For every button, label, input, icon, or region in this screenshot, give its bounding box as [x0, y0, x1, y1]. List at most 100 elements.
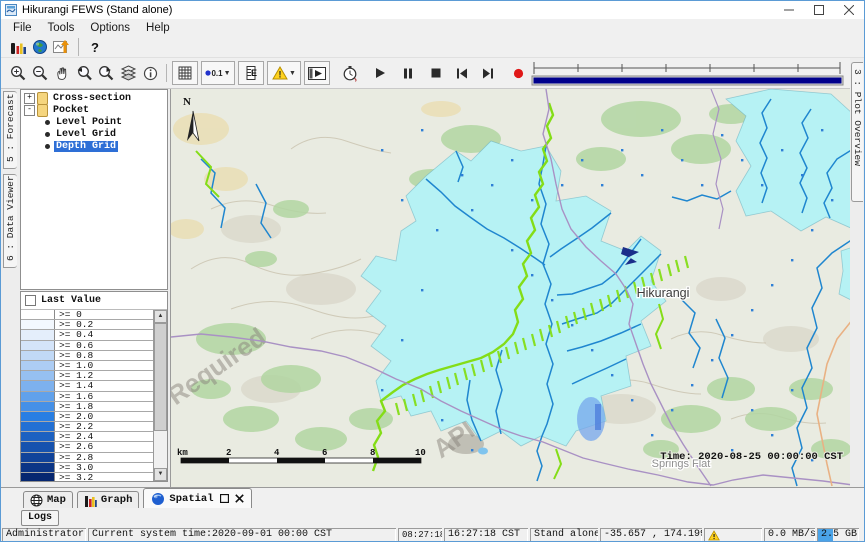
tab-plot-overview[interactable]: 3 : Plot Overview [851, 62, 863, 202]
legend-row-label: >= 2.4 [55, 432, 93, 441]
grid-button[interactable] [172, 61, 198, 85]
zoom-out-icon[interactable] [29, 62, 51, 84]
map-globe-icon[interactable] [29, 36, 51, 58]
zoom-next-icon[interactable] [95, 62, 117, 84]
small-lake [478, 448, 488, 455]
map-canvas[interactable]: API Key Required API Key Required [171, 89, 853, 487]
database-icon[interactable] [7, 36, 29, 58]
tab-spatial-label: Spatial [169, 493, 213, 505]
pause-icon[interactable] [397, 62, 419, 84]
pan-icon[interactable] [51, 62, 73, 84]
legend-row-label: >= 1.0 [55, 361, 93, 370]
warning-triangle-icon[interactable] [708, 530, 720, 541]
map-view[interactable]: API Key Required API Key Required [170, 89, 852, 487]
legend-swatch [21, 320, 55, 329]
scroll-up-icon[interactable]: ▲ [154, 310, 167, 323]
svg-text:6: 6 [322, 448, 327, 458]
timeline-slider[interactable] [529, 60, 847, 86]
timeline-bar [534, 78, 842, 84]
status-network-rate: 0.0 MB/s [764, 528, 815, 542]
svg-text:10: 10 [415, 448, 426, 458]
svg-text:4: 4 [274, 448, 280, 458]
legend-row[interactable]: >= 1.4 [21, 381, 154, 391]
tab-spatial[interactable]: Spatial [143, 488, 251, 508]
tree-item[interactable]: Level Grid [21, 128, 167, 140]
step-backward-icon[interactable] [451, 62, 473, 84]
toolbar-separator [78, 38, 79, 56]
legend-scrollbar[interactable]: ▲ ▼ [153, 310, 167, 481]
scroll-down-icon[interactable]: ▼ [154, 468, 167, 481]
legend-class-list: >= 0 >= 0.2 >= 0.4 >= 0.6 >= 0.8 [21, 310, 154, 481]
legend-swatch [21, 442, 55, 451]
point-size-dropdown[interactable]: 0.1▼ [201, 61, 235, 85]
step-forward-icon[interactable] [477, 62, 499, 84]
menu-file[interactable]: File [5, 21, 40, 35]
tab-close-icon[interactable] [235, 494, 244, 503]
tab-graph[interactable]: Graph [77, 491, 140, 508]
legend-row-label: >= 1.4 [55, 381, 93, 390]
menu-options[interactable]: Options [82, 21, 138, 35]
legend-swatch [21, 422, 55, 431]
help-icon[interactable]: ? [84, 36, 106, 58]
main-area: 5 : Forecast 6 : Data Viewer + Cross-sec… [1, 89, 864, 487]
wire-globe-icon [30, 494, 43, 507]
main-toolbar: ? [1, 37, 864, 58]
legend-swatch [21, 361, 55, 370]
tree-expander[interactable]: - [24, 105, 35, 116]
play-icon[interactable] [369, 62, 391, 84]
legend-swatch [21, 381, 55, 390]
record-icon[interactable] [507, 62, 529, 84]
tree-item-label: Depth Grid [54, 141, 118, 152]
close-button[interactable] [834, 1, 864, 19]
maximize-button[interactable] [804, 1, 834, 19]
legend-swatch [21, 412, 55, 421]
scrollbar-thumb[interactable] [154, 323, 167, 431]
status-system-time: Current system time:2020-09-01 00:00 CST [88, 528, 396, 542]
layers-icon[interactable] [117, 62, 139, 84]
legend-panel: Last Value >= 0 >= 0.2 >= 0.4 [20, 291, 168, 482]
menubar: File Tools Options Help [1, 19, 865, 37]
tree-item[interactable]: Level Point [21, 116, 167, 128]
timer-icon[interactable] [339, 62, 361, 84]
tab-data-viewer[interactable]: 6 : Data Viewer [3, 174, 17, 268]
zoom-in-icon[interactable] [7, 62, 29, 84]
warning-dropdown[interactable]: ! ▼ [267, 61, 301, 85]
logs-button[interactable]: Logs [21, 510, 59, 526]
status-warning-cell[interactable] [704, 528, 762, 542]
folder-icon [37, 92, 48, 105]
tab-forecast[interactable]: 5 : Forecast [3, 91, 17, 169]
status-gmt-time: 08:27:18 GMT [398, 528, 442, 542]
tree-item[interactable]: - Pocket [21, 104, 167, 116]
left-tab-strip: 5 : Forecast 6 : Data Viewer [1, 89, 19, 487]
window-title: Hikurangi FEWS (Stand alone) [22, 4, 172, 16]
tree-item[interactable]: + Cross-section [21, 92, 167, 104]
legend-swatch [21, 402, 55, 411]
tree-item-label: Cross-section [51, 93, 133, 104]
menu-help[interactable]: Help [138, 21, 178, 35]
status-local-time: 16:27:18 CST [444, 528, 528, 542]
menu-tools[interactable]: Tools [40, 21, 83, 35]
animation-button[interactable] [304, 61, 330, 85]
legend-row[interactable]: >= 3.2 [21, 473, 154, 481]
minimize-button[interactable] [774, 1, 804, 19]
info-icon[interactable] [139, 62, 161, 84]
profile-button[interactable]: E [238, 61, 264, 85]
label-hikurangi: Hikurangi [637, 286, 690, 300]
tab-restore-icon[interactable] [220, 494, 229, 503]
titlebar: Hikurangi FEWS (Stand alone) [1, 1, 864, 19]
flood-depth-patch [595, 404, 601, 430]
stop-icon[interactable] [425, 62, 447, 84]
bar-chart-icon [84, 494, 97, 507]
zoom-previous-icon[interactable] [73, 62, 95, 84]
last-value-checkbox[interactable] [25, 295, 36, 306]
right-tab-strip: 3 : Plot Overview [850, 58, 864, 487]
map-time-label: Time: 2020-08-25 00:00:00 CST [660, 451, 843, 463]
tree-expander[interactable]: + [24, 93, 35, 104]
svg-text:km: km [177, 448, 188, 458]
timeseries-chart-icon[interactable] [51, 36, 73, 58]
svg-text:!: ! [279, 70, 282, 80]
legend-swatch [21, 330, 55, 339]
tree-item[interactable]: Depth Grid [21, 140, 167, 152]
statusbar: Administrator Current system time:2020-0… [1, 527, 864, 542]
tab-map[interactable]: Map [23, 491, 73, 508]
